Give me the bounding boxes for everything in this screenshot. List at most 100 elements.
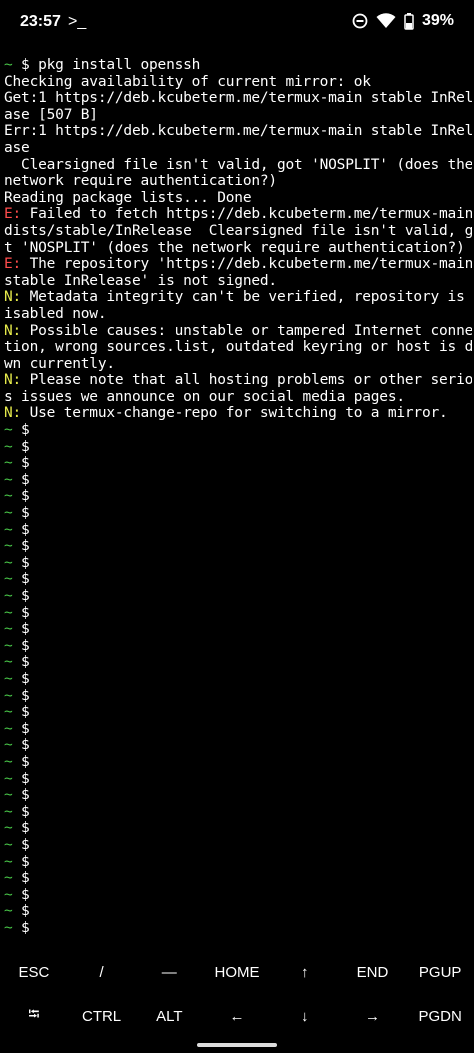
prompt-tilde: ~: [4, 637, 13, 654]
prompt-dollar: $: [12, 903, 30, 920]
terminal-line: stable InRelease' is not signed.: [4, 273, 472, 290]
line-text: Get:1 https://deb.kcubeterm.me/termux-ma…: [4, 90, 472, 107]
termux-notification-icon: >_: [68, 13, 87, 30]
line-text: wn currently.: [4, 355, 115, 372]
extra-key-alt-button[interactable]: ALT: [135, 994, 203, 1038]
line-prefix: N:: [4, 372, 22, 389]
prompt-tilde: ~: [4, 886, 13, 903]
line-text: ase: [4, 139, 30, 156]
prompt-tilde: ~: [4, 571, 13, 588]
battery-icon: [404, 12, 414, 30]
prompt-dollar: $: [12, 588, 30, 604]
prompt-line: ~ $: [4, 422, 472, 439]
prompt-dollar: $: [12, 737, 30, 754]
line-text: s issues we announce on our social media…: [4, 388, 405, 405]
prompt-tilde: ~: [4, 588, 13, 604]
line-text: Failed to fetch https://deb.kcubeterm.me…: [21, 206, 472, 223]
extra-key-key1-button[interactable]: /: [68, 950, 136, 994]
prompt-dollar: $: [12, 654, 30, 671]
line-prefix: N:: [4, 289, 22, 306]
extra-key-key5-button[interactable]: →: [339, 994, 407, 1038]
line-prefix: ~: [4, 57, 13, 73]
line-prefix: N:: [4, 322, 22, 339]
prompt-line: ~ $: [4, 538, 472, 555]
terminal-line: ase: [4, 140, 472, 157]
prompt-dollar: $: [12, 521, 30, 538]
prompt-dollar: $: [12, 637, 30, 654]
terminal-line: wn currently.: [4, 356, 472, 373]
extra-keys-row-2: ⭾ CTRL ALT ← ↓ → PGDN: [0, 994, 474, 1038]
line-text: tion, wrong sources.list, outdated keyri…: [4, 339, 472, 356]
prompt-line: ~ $: [4, 439, 472, 456]
prompt-tilde: ~: [4, 853, 13, 870]
prompt-line: ~ $: [4, 721, 472, 738]
prompt-tilde: ~: [4, 438, 13, 455]
terminal-line: ase [507 B]: [4, 107, 472, 124]
line-prefix: N:: [4, 405, 22, 422]
prompt-tilde: ~: [4, 654, 13, 671]
line-text: Reading package lists... Done: [4, 189, 252, 206]
extra-key-esc-button[interactable]: ESC: [0, 950, 68, 994]
prompt-line: ~ $: [4, 704, 472, 721]
prompt-line: ~ $: [4, 887, 472, 904]
extra-keys-row-1: ESC / — HOME ↑ END PGUP: [0, 950, 474, 994]
prompt-tilde: ~: [4, 604, 13, 621]
prompt-dollar: $: [12, 886, 30, 903]
line-text: Metadata integrity can't be verified, re…: [21, 289, 472, 306]
extra-key-key3-button[interactable]: ←: [203, 994, 271, 1038]
line-text: t 'NOSPLIT' (does the network require au…: [4, 239, 465, 256]
prompt-tilde: ~: [4, 720, 13, 737]
line-text: Use termux-change-repo for switching to …: [21, 405, 448, 422]
prompt-dollar: $: [12, 704, 30, 721]
do-not-disturb-icon: [352, 13, 368, 29]
prompt-line: ~ $: [4, 771, 472, 788]
prompt-tilde: ~: [4, 422, 13, 439]
extra-keys-bar: ESC / — HOME ↑ END PGUP ⭾ CTRL ALT ← ↓ → PGDN: [0, 950, 474, 1038]
extra-key-key4-button[interactable]: ↑: [271, 950, 339, 994]
line-prefix: E:: [4, 256, 22, 273]
prompt-line: ~ $: [4, 820, 472, 837]
prompt-dollar: $: [12, 604, 30, 621]
prompt-tilde: ~: [4, 870, 13, 887]
prompt-line: ~ $: [4, 754, 472, 771]
prompt-dollar: $: [12, 455, 30, 472]
terminal-line: network require authentication?): [4, 173, 472, 190]
prompt-tilde: ~: [4, 687, 13, 704]
status-time: 23:57: [20, 13, 61, 30]
line-text: Checking availability of current mirror:…: [4, 73, 371, 90]
prompt-dollar: $: [12, 471, 30, 488]
prompt-dollar: $: [12, 670, 30, 687]
extra-key-key4-button[interactable]: ↓: [271, 994, 339, 1038]
wifi-icon: [376, 13, 396, 28]
extra-key-ctrl-button[interactable]: CTRL: [68, 994, 136, 1038]
line-text: Err:1 https://deb.kcubeterm.me/termux-ma…: [4, 123, 472, 140]
terminal-line: E: The repository 'https://deb.kcubeterm…: [4, 256, 472, 273]
terminal-line: tion, wrong sources.list, outdated keyri…: [4, 339, 472, 356]
extra-key-end-button[interactable]: END: [339, 950, 407, 994]
prompt-tilde: ~: [4, 471, 13, 488]
prompt-tilde: ~: [4, 770, 13, 787]
prompt-dollar: $: [12, 836, 30, 853]
terminal-line: Err:1 https://deb.kcubeterm.me/termux-ma…: [4, 123, 472, 140]
extra-key-key2-button[interactable]: —: [135, 950, 203, 994]
terminal-output[interactable]: ~ $ pkg install openssh Checking availabi…: [4, 57, 472, 947]
prompt-dollar: $: [12, 488, 30, 505]
terminal-line: N: Please note that all hosting problems…: [4, 372, 472, 389]
prompt-dollar: $: [12, 870, 30, 887]
extra-key-pgup-button[interactable]: PGUP: [406, 950, 474, 994]
extra-key-key0-button[interactable]: ⭾: [0, 994, 68, 1038]
line-text: dists/stable/InRelease Clearsigned file …: [4, 222, 472, 239]
extra-key-pgdn-button[interactable]: PGDN: [406, 994, 474, 1038]
prompt-line: ~ $: [4, 605, 472, 622]
prompt-dollar: $: [12, 422, 30, 439]
prompt-line: ~ $: [4, 737, 472, 754]
prompt-line: ~ $: [4, 555, 472, 572]
prompt-tilde: ~: [4, 919, 13, 936]
gesture-navigation-bar[interactable]: [197, 1043, 277, 1047]
prompt-line: ~ $: [4, 638, 472, 655]
prompt-line: ~ $: [4, 920, 472, 937]
line-prefix: E:: [4, 206, 22, 223]
terminal-line: Reading package lists... Done: [4, 190, 472, 207]
line-text: Clearsigned file isn't valid, got 'NOSPL…: [4, 156, 472, 173]
extra-key-home-button[interactable]: HOME: [203, 950, 271, 994]
